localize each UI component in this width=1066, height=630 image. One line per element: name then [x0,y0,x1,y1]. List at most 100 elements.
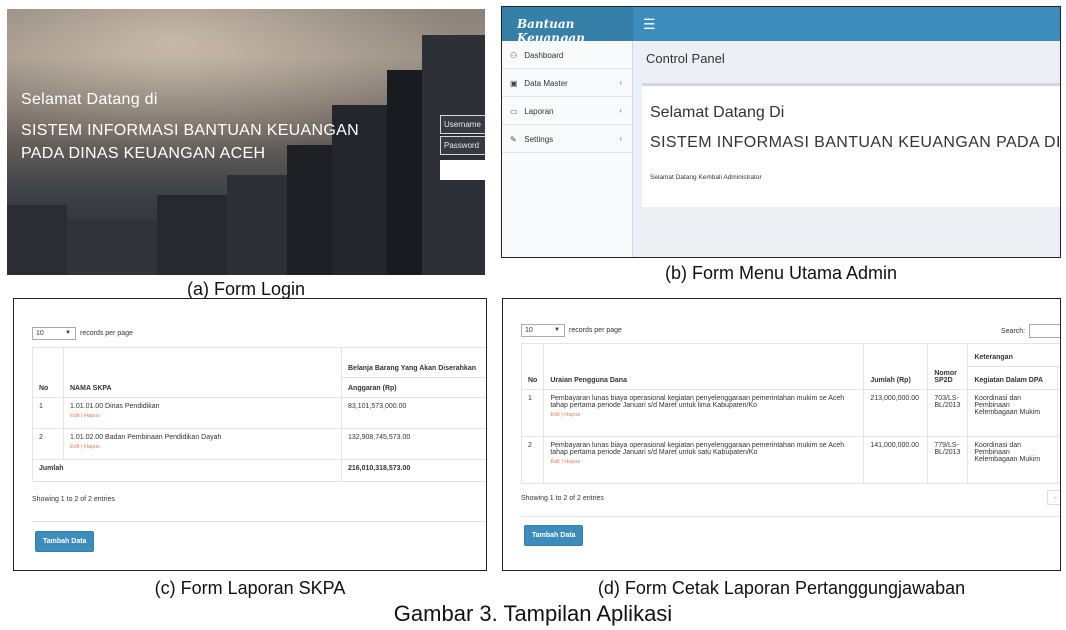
edit-delete-links[interactable]: Edit | Hapus [70,413,335,419]
brand-logo[interactable]: Bantuan Keuangan [502,7,633,45]
cell-kegiatan: Koordinasi dan Pembinaan Kelembagaan Muk… [967,389,1059,437]
dashboard-screenshot: Bantuan Keuangan ☰ ⚇ Dashboard ▣ Data Ma… [501,6,1061,258]
search-input[interactable] [1029,324,1060,338]
system-heading: SISTEM INFORMASI BANTUAN KEUANGAN PADA D… [650,134,1061,151]
header-jumlah: Jumlah (Rp) [863,343,929,390]
header-group: Belanja Barang Yang Akan Diserahkan [341,347,486,378]
header-nomor: Nomor SP2D [927,343,969,390]
header-no: No [32,347,64,398]
page-size-value: 10 [36,330,44,337]
accountability-table: No Uraian Pengguna Dana Jumlah (Rp) Nomo… [520,343,1060,484]
skpa-name: 1.01.02.00 Badan Pembinaan Pendidikan Da… [70,434,222,441]
sidebar-item-laporan[interactable]: ▭ Laporan ‹ [502,97,632,125]
edit-delete-links[interactable]: Edit | Hapus [550,459,857,465]
total-row: Jumlah 216,010,318,573.00 [32,459,486,482]
page-size-select[interactable]: 10 ▼ [521,324,565,337]
showing-entries: Showing 1 to 2 of 2 entries [32,496,115,503]
building [287,145,332,275]
records-per-page-label: records per page [80,330,133,337]
total-label: Jumlah [32,459,342,482]
add-data-button[interactable]: Tambah Data [524,525,584,546]
records-per-page-label: records per page [569,327,622,334]
page-size-value: 10 [525,327,533,334]
header-uraian: Uraian Pengguna Dana [543,343,865,390]
sidebar: ⚇ Dashboard ▣ Data Master ‹ ▭ Laporan ‹ … [502,41,633,257]
table-row: 2 1.01.02.00 Badan Pembinaan Pendidikan … [32,428,486,460]
header-keterangan: Keterangan [967,343,1060,367]
wrench-icon: ✎ [510,135,517,144]
building [7,205,67,275]
header-no: No [520,343,545,390]
dashboard-icon: ⚇ [510,51,518,60]
welcome-subtext: Selamat Datang Kembali Administrator [650,174,762,181]
sidebar-item-settings[interactable]: ✎ Settings ‹ [502,125,632,153]
page-title: Control Panel [646,51,725,66]
header-name: NAMA SKPA [63,347,342,398]
welcome-heading: Selamat Datang Di [650,104,785,121]
system-title-line2: PADA DINAS KEUANGAN ACEH [21,145,266,162]
building [387,70,422,275]
image-icon: ▣ [510,79,518,88]
building [157,195,227,275]
sidebar-item-data-master[interactable]: ▣ Data Master ‹ [502,69,632,97]
chevron-left-icon: ‹ [619,134,622,143]
caption-c: (c) Form Laporan SKPA [154,578,346,598]
top-navbar [633,7,1060,41]
cell-amount: 83,101,573,000.00 [341,397,486,429]
welcome-box: Selamat Datang Di SISTEM INFORMASI BANTU… [642,83,1060,207]
password-input[interactable]: Password [440,136,485,155]
sidebar-item-dashboard[interactable]: ⚇ Dashboard [502,41,632,69]
uraian-text: Pembayaran lunas biaya operasional kegia… [550,395,845,409]
table-row: 2 Pembayaran lunas biaya operasional keg… [520,436,1060,484]
pagination-prev[interactable]: ← [1047,490,1060,505]
search-label: Search: [1001,328,1026,335]
cell-no: 2 [520,436,545,484]
cell-nomor: 703/LS-BL/2013 [927,389,969,437]
skpa-report-screenshot: 10 ▼ records per page No NAMA SKPA Belan… [13,298,487,571]
chevron-left-icon: ‹ [619,78,622,87]
chevron-left-icon: ‹ [619,106,622,115]
building [422,35,485,275]
sidebar-item-label: Laporan [524,107,554,116]
welcome-text: Selamat Datang di [21,91,158,108]
cell-name: 1.01.01.00 Dinas Pendidikan Edit | Hapus [63,397,342,429]
header-extra: R [1057,366,1060,390]
caret-down-icon: ▼ [65,330,71,336]
figure-caption: Gambar 3. Tampilan Aplikasi [393,601,673,626]
caption-d: (d) Form Cetak Laporan Pertanggungjawaba… [597,578,966,598]
edit-delete-links[interactable]: Edit | Hapus [550,412,857,418]
skpa-name: 1.01.01.00 Dinas Pendidikan [70,403,160,410]
accountability-report-screenshot: 10 ▼ records per page Search: No Uraian … [502,298,1061,571]
login-button[interactable] [440,160,485,180]
cell-extra [1057,389,1060,437]
cell-jumlah: 141,000,000.00 [863,436,929,484]
table-row: 1 1.01.01.00 Dinas Pendidikan Edit | Hap… [32,397,486,429]
laptop-icon: ▭ [510,107,518,116]
cell-amount: 132,908,745,573.00 [341,428,486,460]
caret-down-icon: ▼ [554,327,560,333]
cell-no: 1 [32,397,64,429]
showing-entries: Showing 1 to 2 of 2 entries [521,495,604,502]
menu-toggle-icon[interactable]: ☰ [643,16,656,33]
edit-delete-links[interactable]: Edit | Hapus [70,444,335,450]
cell-extra [1057,436,1060,484]
add-data-button[interactable]: Tambah Data [35,531,95,552]
system-title-line1: SISTEM INFORMASI BANTUAN KEUANGAN [21,122,359,139]
sidebar-item-label: Settings [524,135,554,144]
cell-name: 1.01.02.00 Badan Pembinaan Pendidikan Da… [63,428,342,460]
sidebar-item-label: Dashboard [524,51,564,60]
building [227,175,287,275]
cell-uraian: Pembayaran lunas biaya operasional kegia… [543,436,865,484]
username-input[interactable]: Username [440,115,485,134]
login-screenshot: Selamat Datang di SISTEM INFORMASI BANTU… [7,9,485,275]
cell-no: 1 [520,389,545,437]
header-amount: Anggaran (Rp) [341,377,486,398]
page-size-select[interactable]: 10 ▼ [32,327,76,340]
table-row: 1 Pembayaran lunas biaya operasional keg… [520,389,1060,437]
divider [521,516,1060,517]
building [67,220,157,275]
divider [32,521,486,522]
caption-b: (b) Form Menu Utama Admin [664,263,898,283]
cell-jumlah: 213,000,000.00 [863,389,929,437]
sidebar-item-label: Data Master [524,79,568,88]
